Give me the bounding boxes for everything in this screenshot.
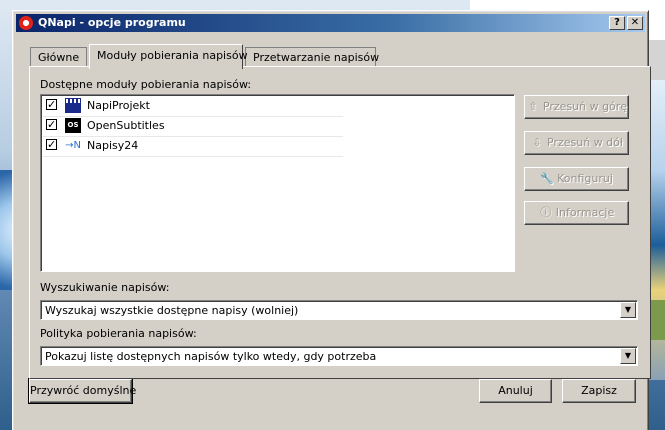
close-button[interactable]: ✕: [627, 16, 643, 30]
qnapi-app-icon: [19, 16, 33, 30]
window-title: QNapi - opcje programu: [38, 16, 186, 29]
configure-label: Konfiguruj: [557, 172, 613, 185]
info-label: Informacje: [555, 206, 615, 219]
move-up-button[interactable]: ⇧ Przesuń w górę: [524, 95, 629, 119]
list-item-napisy24[interactable]: ✓ →N Napisy24: [43, 136, 343, 157]
list-item-opensubtitles[interactable]: ✓ OS OpenSubtitles: [43, 116, 343, 137]
modules-list-label: Dostępne moduły pobierania napisów:: [40, 78, 252, 91]
list-item-label: Napisy24: [87, 139, 139, 152]
help-button[interactable]: ?: [609, 16, 625, 30]
info-icon: ⓘ: [540, 206, 552, 219]
opensubtitles-icon: OS: [65, 118, 81, 133]
tab-general[interactable]: Główne: [30, 47, 87, 67]
move-down-label: Przesuń w dół: [546, 136, 623, 149]
search-mode-value: Wyszukaj wszystkie dostępne napisy (woln…: [45, 304, 299, 317]
wrench-icon: 🔧: [540, 172, 554, 185]
cancel-button[interactable]: Anuluj: [479, 379, 552, 403]
move-up-label: Przesuń w górę: [542, 100, 628, 113]
chevron-down-icon[interactable]: ▼: [620, 302, 636, 318]
tab-panel-download-modules: Dostępne moduły pobierania napisów: ✓ Na…: [29, 66, 651, 379]
modules-list[interactable]: ✓ NapiProjekt ✓ OS OpenSubtitles ✓ →N Na…: [40, 94, 515, 272]
tab-subtitle-processing[interactable]: Przetwarzanie napisów: [245, 47, 379, 67]
napisy24-icon: →N: [65, 140, 81, 151]
search-mode-select[interactable]: Wyszukaj wszystkie dostępne napisy (woln…: [40, 300, 638, 320]
napisy24-checkbox[interactable]: ✓: [46, 139, 57, 150]
download-policy-label: Polityka pobierania napisów:: [40, 327, 197, 340]
tab-download-modules[interactable]: Moduły pobierania napisów: [89, 44, 248, 69]
info-button[interactable]: ⓘ Informacje: [524, 201, 629, 225]
save-button[interactable]: Zapisz: [562, 379, 636, 403]
list-item-napiprojekt[interactable]: ✓ NapiProjekt: [43, 96, 343, 117]
chevron-down-icon[interactable]: ▼: [620, 348, 636, 364]
opensubtitles-checkbox[interactable]: ✓: [46, 119, 57, 130]
list-item-label: OpenSubtitles: [87, 119, 165, 132]
arrow-up-icon: ⇧: [528, 100, 538, 113]
napiprojekt-checkbox[interactable]: ✓: [46, 99, 57, 110]
options-dialog: QNapi - opcje programu ? ✕ Główne Moduły…: [12, 10, 651, 430]
napiprojekt-icon: [65, 98, 81, 113]
move-down-button[interactable]: ⇩ Przesuń w dół: [524, 131, 629, 155]
download-policy-value: Pokazuj listę dostępnych napisów tylko w…: [45, 350, 377, 363]
list-item-label: NapiProjekt: [87, 99, 150, 112]
search-mode-label: Wyszukiwanie napisów:: [40, 281, 170, 294]
title-bar[interactable]: QNapi - opcje programu ? ✕: [16, 14, 645, 32]
download-policy-select[interactable]: Pokazuj listę dostępnych napisów tylko w…: [40, 346, 638, 366]
restore-defaults-button[interactable]: Przywróć domyślne: [28, 378, 136, 404]
configure-button[interactable]: 🔧 Konfiguruj: [524, 167, 629, 191]
arrow-down-icon: ⇩: [532, 136, 542, 149]
